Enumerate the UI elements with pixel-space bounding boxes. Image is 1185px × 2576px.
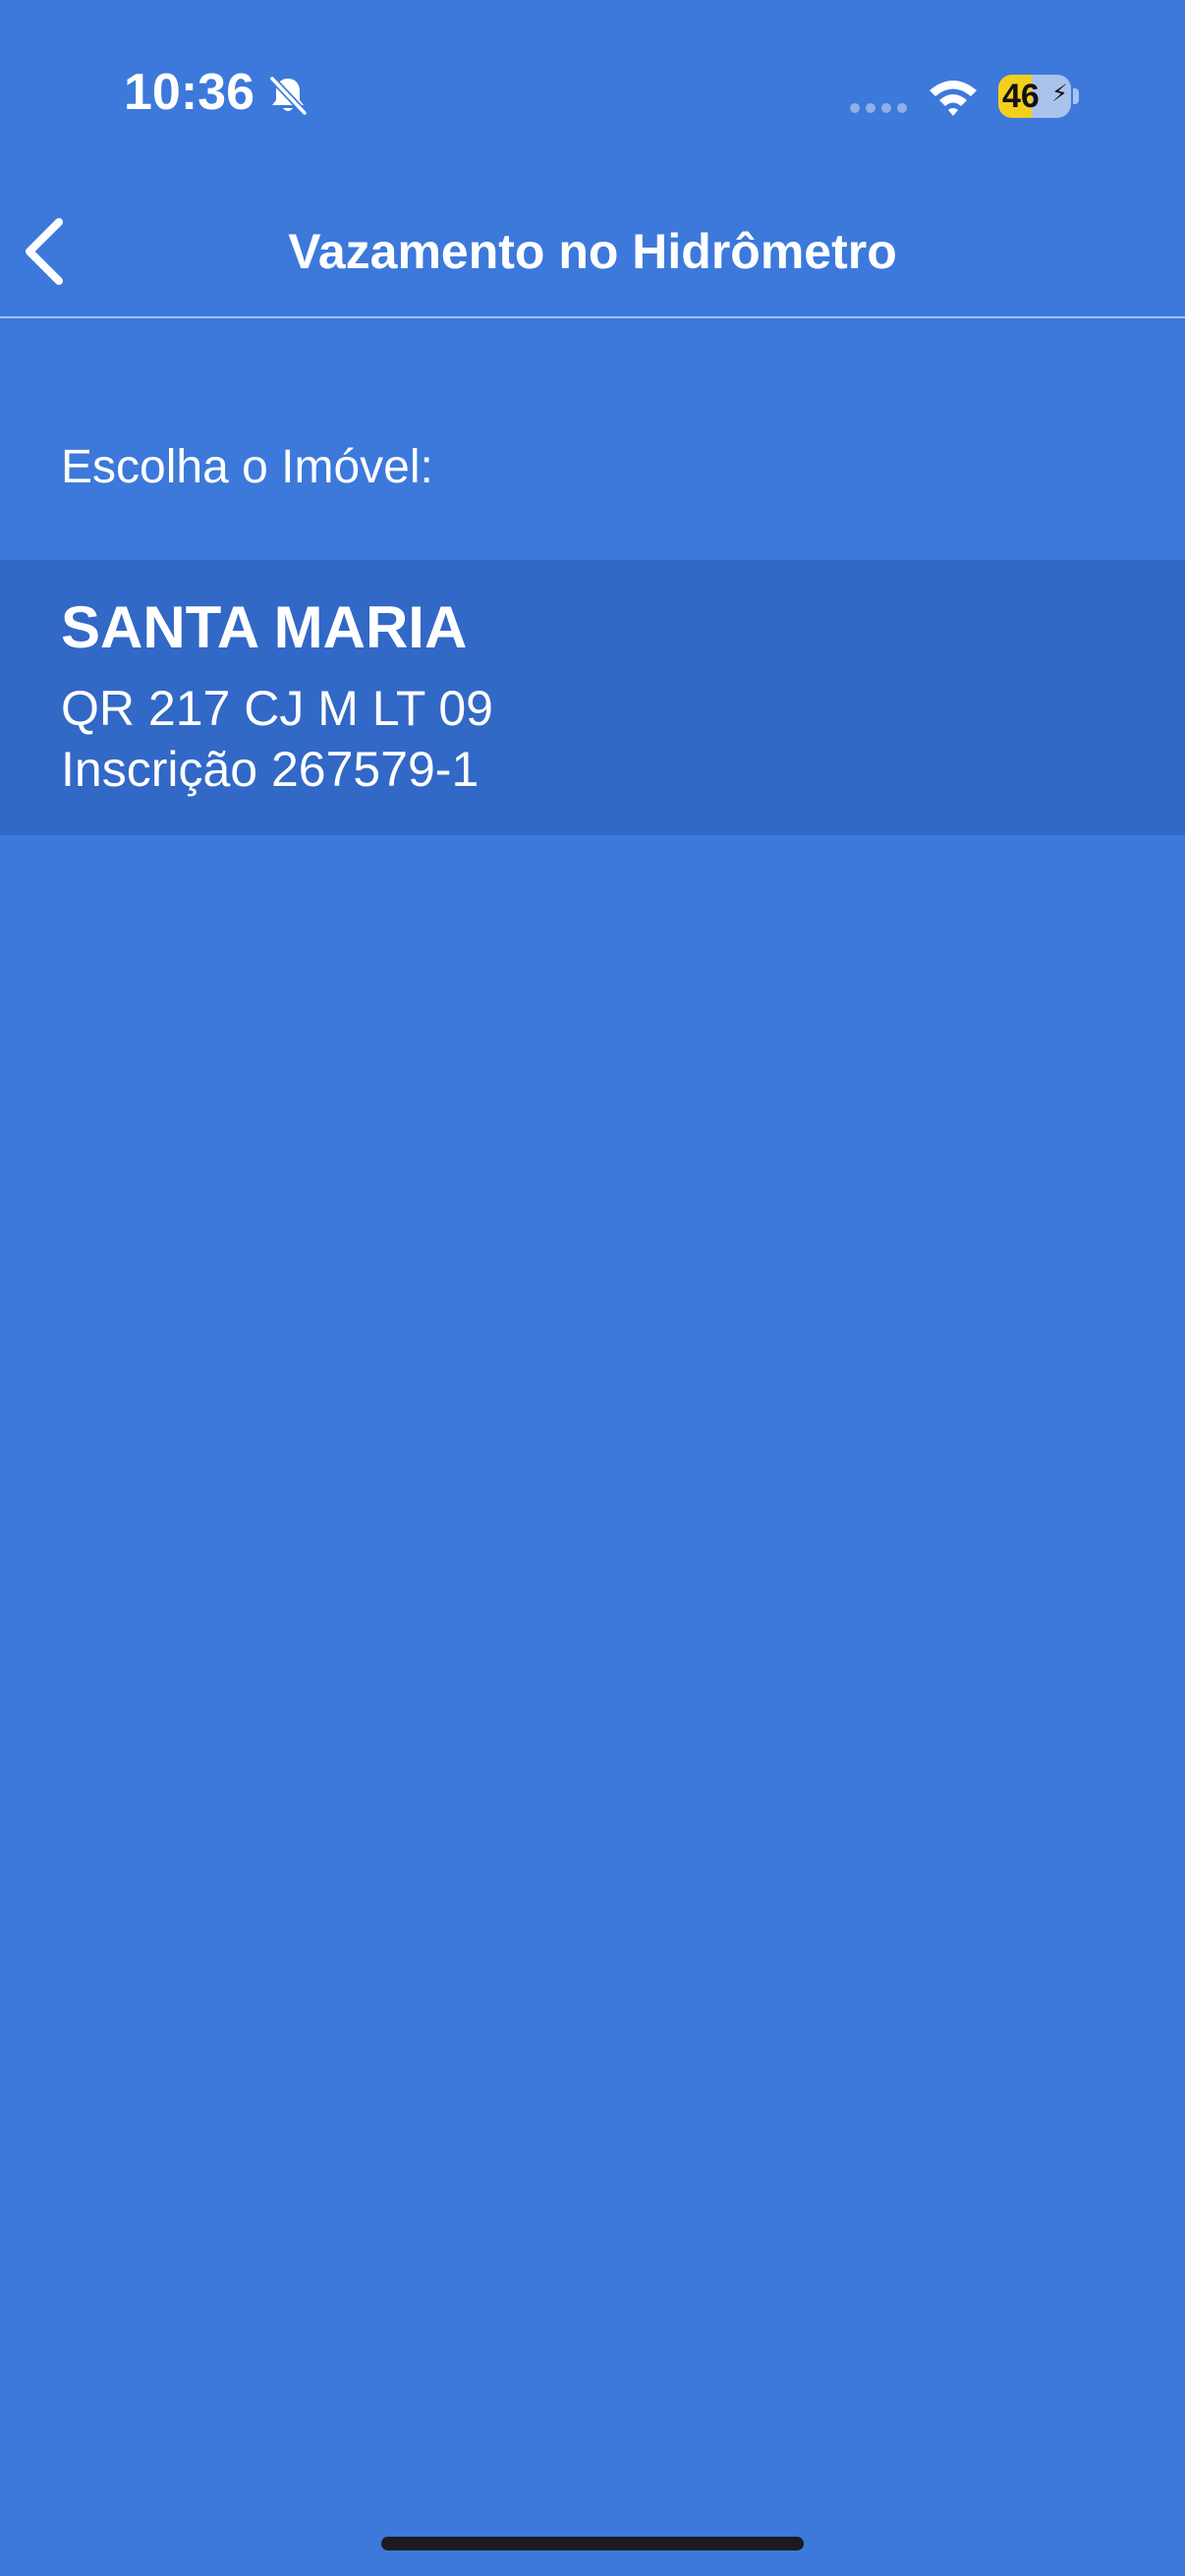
charging-bolt-icon: ⚡ — [1051, 81, 1068, 107]
battery-body: 46 ⚡ — [998, 75, 1071, 118]
property-address: QR 217 CJ M LT 09 — [61, 681, 493, 736]
battery-charging-icon: 46 ⚡ — [998, 75, 1079, 118]
section-label: Escolha o Imóvel: — [61, 441, 433, 493]
back-button[interactable] — [14, 212, 83, 291]
home-indicator[interactable] — [381, 2537, 804, 2550]
status-time: 10:36 — [124, 64, 254, 121]
battery-level: 46 — [1002, 78, 1040, 115]
property-registration: Inscrição 267579-1 — [61, 742, 480, 797]
bell-slash-icon — [268, 75, 309, 117]
cellular-signal-icon — [850, 103, 907, 113]
status-bar: 10:36 46 ⚡ — [0, 0, 1185, 196]
battery-nub — [1073, 88, 1079, 104]
property-name: SANTA MARIA — [61, 594, 468, 660]
property-list-item[interactable]: SANTA MARIA QR 217 CJ M LT 09 Inscrição … — [0, 560, 1185, 835]
navigation-bar: Vazamento no Hidrômetro — [0, 196, 1185, 314]
nav-divider — [0, 316, 1185, 318]
page-title: Vazamento no Hidrômetro — [288, 224, 897, 279]
chevron-left-icon — [26, 218, 63, 285]
wifi-icon — [930, 81, 977, 116]
